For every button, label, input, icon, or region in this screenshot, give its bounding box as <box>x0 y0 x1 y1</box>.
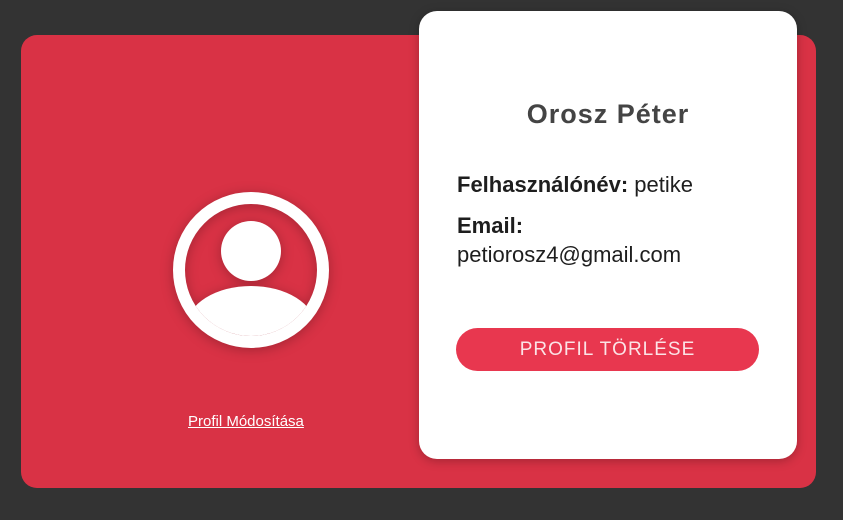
profile-name: Orosz Péter <box>526 99 690 129</box>
user-avatar-icon <box>173 192 329 348</box>
username-value: petike <box>634 172 693 197</box>
profile-info-card: Orosz Péter Felhasználónév: petike Email… <box>419 11 797 459</box>
edit-profile-link[interactable]: Profil Módosítása <box>188 413 304 430</box>
username-row: Felhasználónév: petike <box>457 170 777 199</box>
email-value: petiorosz4@gmail.com <box>457 242 682 267</box>
delete-profile-button[interactable]: PROFIL TÖRLÉSE <box>456 328 759 371</box>
email-label: Email: <box>457 213 524 238</box>
email-row: Email: petiorosz4@gmail.com <box>457 211 777 269</box>
username-label: Felhasználónév: <box>457 172 629 197</box>
